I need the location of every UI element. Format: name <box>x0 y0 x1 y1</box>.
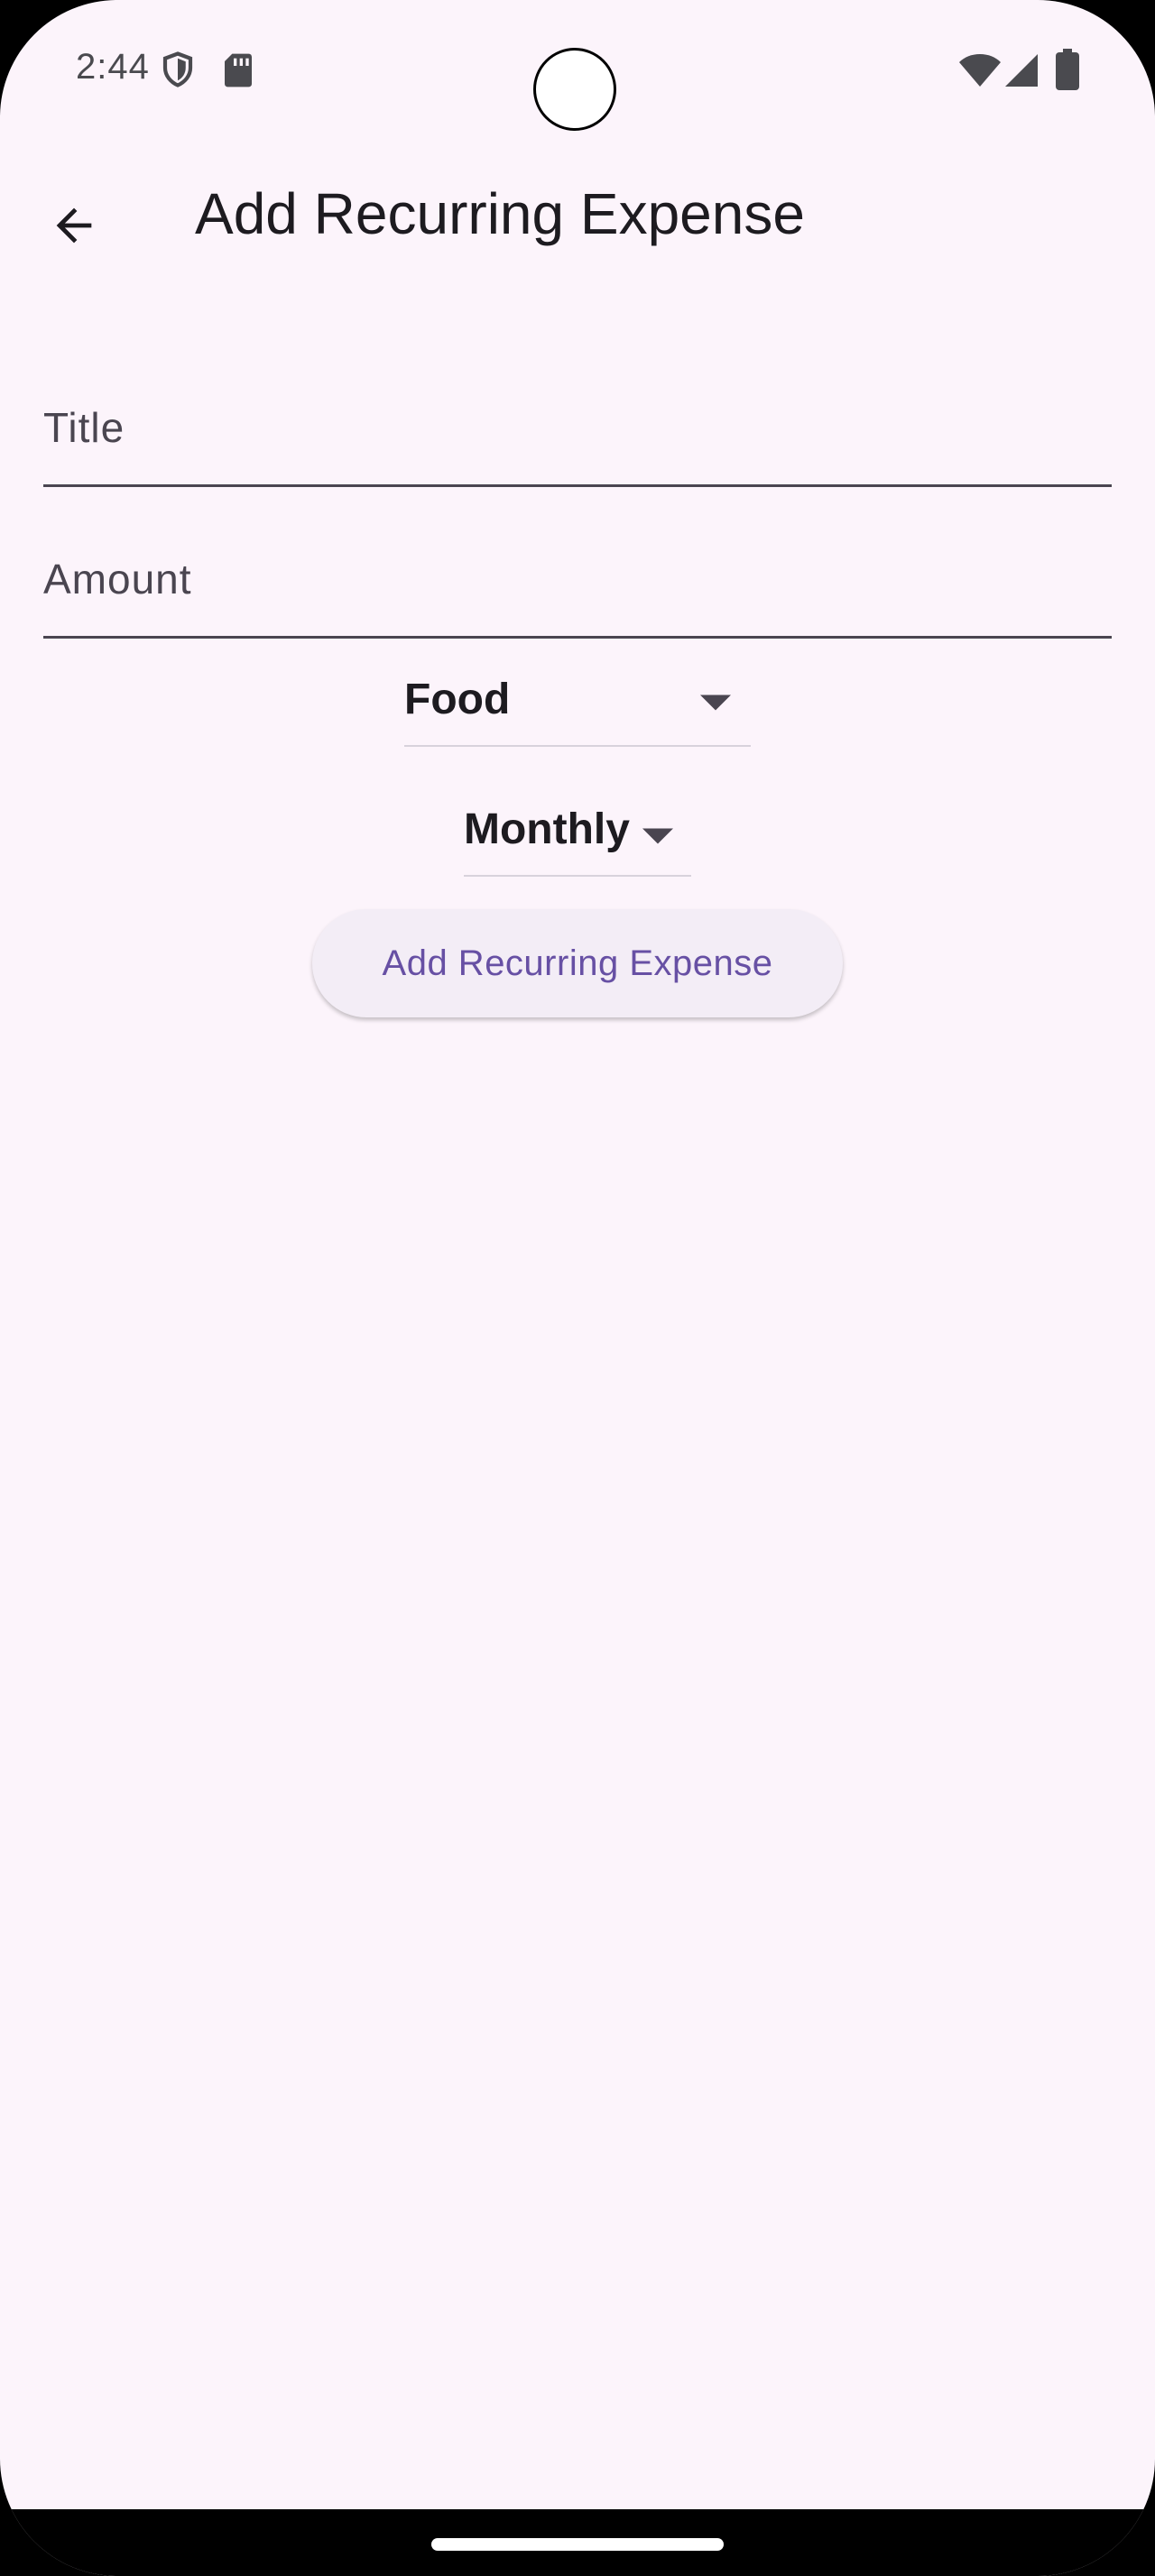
amount-field[interactable] <box>43 512 1112 639</box>
signal-icon <box>1005 54 1038 87</box>
status-bar: 2:44 <box>0 0 1155 144</box>
shield-icon <box>162 51 193 87</box>
battery-icon <box>1056 49 1079 90</box>
camera-cutout <box>533 48 616 131</box>
wifi-icon <box>959 54 1001 87</box>
category-dropdown-value: Food <box>404 676 511 723</box>
frequency-dropdown-value: Monthly <box>464 805 630 853</box>
page-title: Add Recurring Expense <box>195 181 805 246</box>
home-indicator[interactable] <box>431 2538 724 2551</box>
category-dropdown[interactable]: Food <box>404 675 751 747</box>
app-bar: Add Recurring Expense <box>0 162 1155 271</box>
sd-card-icon <box>225 53 252 87</box>
title-field[interactable] <box>43 361 1112 487</box>
dropdown-arrow-icon <box>700 695 731 711</box>
amount-input[interactable] <box>43 529 1112 629</box>
add-recurring-expense-button[interactable]: Add Recurring Expense <box>312 909 843 1017</box>
dropdown-arrow-icon <box>642 828 673 844</box>
back-button[interactable] <box>31 182 117 269</box>
frequency-dropdown[interactable]: Monthly <box>464 805 691 877</box>
title-input[interactable] <box>43 378 1112 477</box>
arrow-back-icon <box>56 207 92 244</box>
app-screen: 2:44 Add Recurring Expense Title Amount … <box>0 0 1155 2576</box>
add-recurring-expense-button-label: Add Recurring Expense <box>382 943 773 983</box>
status-time: 2:44 <box>76 47 150 87</box>
